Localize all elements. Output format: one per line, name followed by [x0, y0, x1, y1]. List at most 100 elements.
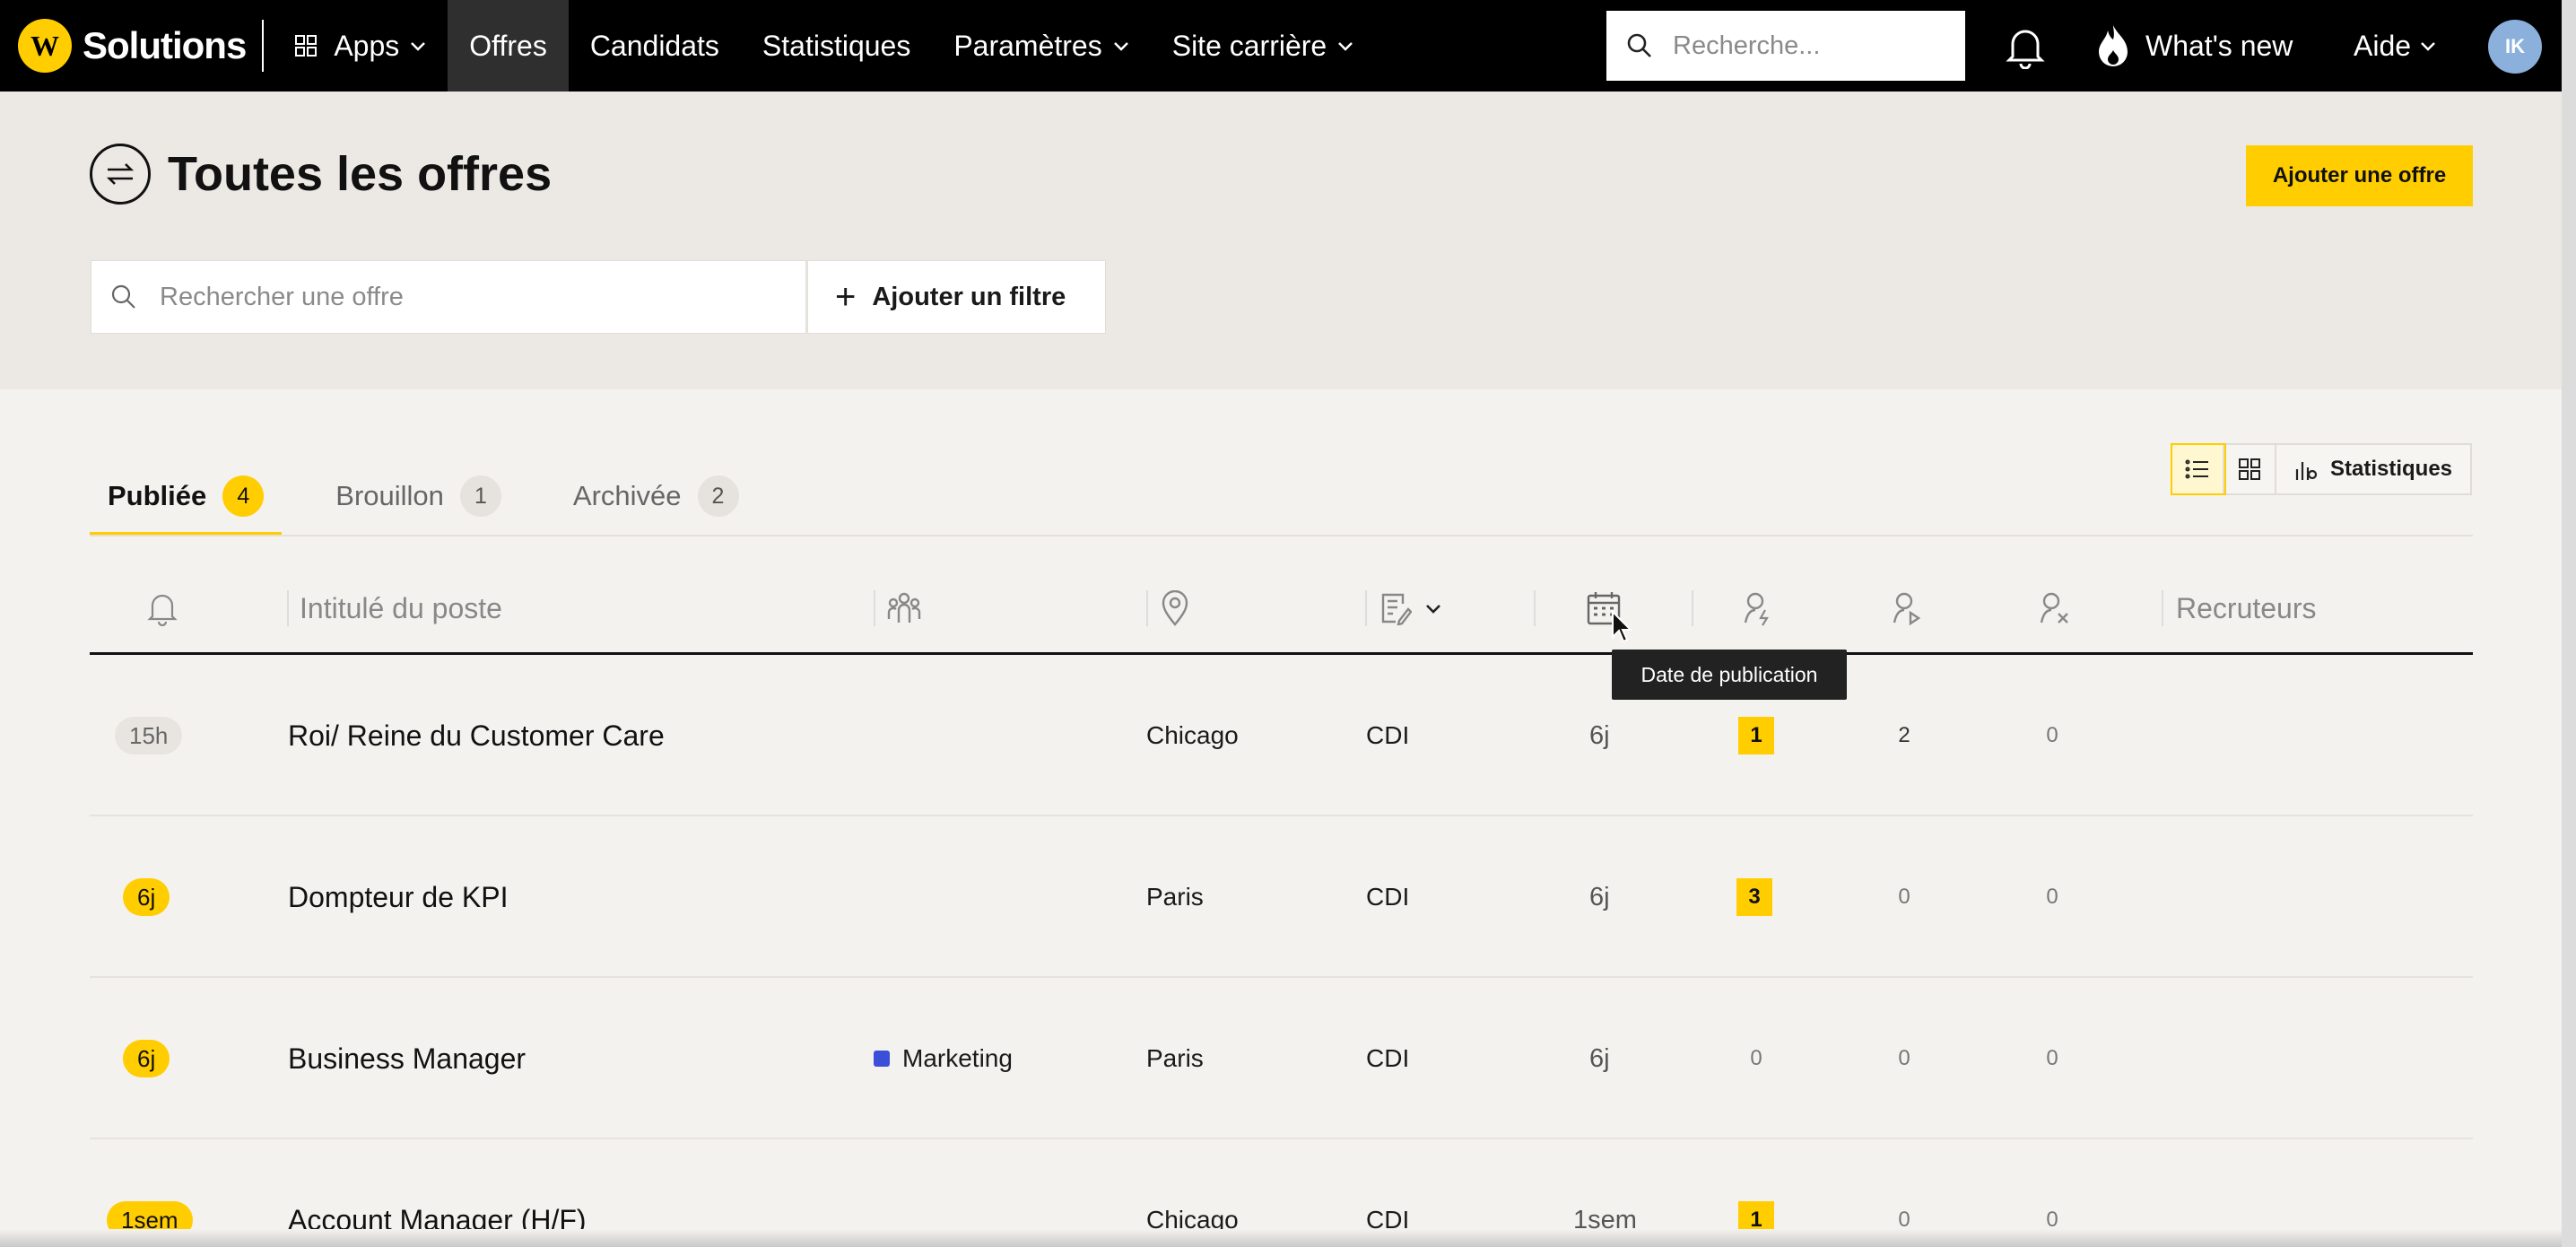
refused-count[interactable]: 0: [2034, 717, 2070, 754]
new-candidates-count[interactable]: 0: [1738, 1040, 1774, 1077]
in-progress-count[interactable]: 2: [1886, 717, 1922, 754]
window-scrollbar[interactable]: [2562, 0, 2576, 1247]
apps-grid-icon: [295, 35, 318, 57]
new-candidates-count[interactable]: 1: [1738, 717, 1774, 754]
tab-archivee[interactable]: Archivée 2: [555, 456, 757, 536]
logo-icon: W: [18, 19, 72, 73]
statistics-button[interactable]: Statistiques: [2276, 445, 2470, 493]
column-divider: [1692, 590, 1693, 626]
age-badge: 6j: [123, 878, 170, 916]
refused-column-header[interactable]: [2038, 572, 2070, 644]
table-row[interactable]: 6j Dompteur de KPI Paris CDI 6j 3 0 0: [90, 816, 2473, 978]
job-title-link[interactable]: Dompteur de KPI: [288, 881, 508, 914]
in-progress-column-header[interactable]: [1891, 572, 1921, 644]
avatar[interactable]: IK: [2488, 20, 2542, 74]
notifications-button[interactable]: [2000, 22, 2050, 72]
plus-icon: +: [835, 277, 857, 317]
tab-label: Brouillon: [335, 480, 444, 511]
in-progress-count[interactable]: 0: [1886, 878, 1922, 916]
table-row[interactable]: 15h Roi/ Reine du Customer Care Chicago …: [90, 655, 2473, 816]
nav-statistiques[interactable]: Statistiques: [741, 0, 932, 92]
nav-candidats-label: Candidats: [589, 29, 719, 62]
column-divider: [287, 590, 289, 626]
whats-new-label: What's new: [2145, 29, 2293, 62]
add-filter-button[interactable]: + Ajouter un filtre: [807, 260, 1106, 334]
page-title: Toutes les offres: [168, 147, 553, 201]
flame-icon: [2099, 25, 2128, 66]
contract-edit-icon: [1381, 593, 1412, 625]
search-icon: [1627, 33, 1651, 57]
status-tabs: Publiée 4 Brouillon 1 Archivée 2: [90, 456, 793, 536]
statistics-label: Statistiques: [2330, 457, 2453, 481]
chevron-down-icon: [1338, 42, 1353, 51]
new-candidates-column-header[interactable]: [1742, 572, 1772, 644]
add-offer-button[interactable]: Ajouter une offre: [2246, 145, 2473, 206]
offer-search-input[interactable]: [160, 282, 770, 312]
column-divider: [1146, 590, 1148, 626]
location-column-header[interactable]: [1161, 572, 1189, 644]
chevron-down-icon: [2421, 42, 2435, 51]
table-row[interactable]: 6j Business Manager Marketing Paris CDI …: [90, 978, 2473, 1139]
add-filter-label: Ajouter un filtre: [872, 282, 1066, 311]
tab-count-badge: 1: [459, 475, 501, 517]
help-menu[interactable]: Aide: [2354, 0, 2436, 92]
publication-date-cell: 6j: [1589, 720, 1610, 750]
nav-parametres[interactable]: Paramètres: [932, 0, 1150, 92]
team-icon: [887, 592, 921, 623]
whats-new-button[interactable]: What's new: [2095, 0, 2293, 92]
offer-search[interactable]: [91, 260, 806, 334]
in-progress-count[interactable]: 0: [1886, 1040, 1922, 1077]
chevron-down-icon: [1426, 605, 1440, 614]
global-search-input[interactable]: [1673, 31, 1960, 61]
alert-column-header[interactable]: [147, 572, 178, 644]
contract-cell: CDI: [1366, 721, 1410, 749]
bell-icon: [2006, 30, 2045, 69]
contract-cell: CDI: [1366, 1044, 1410, 1072]
brand-name: Solutions: [83, 24, 247, 66]
column-divider: [1365, 590, 1367, 626]
nav-parametres-label: Paramètres: [953, 29, 1102, 62]
global-search[interactable]: [1606, 11, 1965, 81]
nav-offres[interactable]: Offres: [448, 0, 569, 92]
table-header: Intitulé du poste Recruteurs: [90, 572, 2473, 655]
nav-site-carriere[interactable]: Site carrière: [1151, 0, 1376, 92]
department-color-dot: [874, 1051, 890, 1067]
stats-settings-icon: [2295, 462, 2318, 480]
user-remove-icon: [2040, 592, 2068, 624]
mouse-cursor-icon: [1612, 610, 1633, 643]
new-candidates-count[interactable]: 3: [1736, 878, 1772, 916]
user-play-icon: [1893, 592, 1921, 626]
job-title-link[interactable]: Roi/ Reine du Customer Care: [288, 719, 665, 753]
view-toggle: Statistiques: [2171, 443, 2473, 495]
department-label: Marketing: [902, 1044, 1013, 1072]
recruiters-column-header[interactable]: Recruteurs: [2176, 572, 2317, 644]
refused-count[interactable]: 0: [2034, 1040, 2070, 1077]
tab-label: Archivée: [572, 480, 682, 511]
list-icon: [2185, 459, 2208, 479]
column-divider: [874, 590, 875, 626]
tab-count-badge: 2: [697, 475, 739, 517]
nav-site-carriere-label: Site carrière: [1171, 29, 1327, 62]
location-cell: Paris: [1146, 883, 1204, 911]
tab-count-badge: 4: [222, 475, 265, 517]
nav-candidats[interactable]: Candidats: [569, 0, 741, 92]
column-divider: [2162, 590, 2163, 626]
tab-publiee[interactable]: Publiée 4: [90, 456, 283, 536]
brand-divider: [262, 20, 265, 72]
contract-cell: CDI: [1366, 883, 1410, 911]
age-badge: 15h: [115, 717, 183, 754]
brand[interactable]: W Solutions: [0, 0, 265, 92]
list-view-button[interactable]: [2171, 443, 2226, 495]
contract-column-header[interactable]: [1379, 572, 1442, 644]
tab-brouillon[interactable]: Brouillon 1: [318, 456, 519, 536]
nav-offres-label: Offres: [469, 29, 547, 62]
job-title-column-header[interactable]: Intitulé du poste: [300, 572, 502, 644]
department-column-header[interactable]: [886, 572, 922, 644]
nav-apps-label: Apps: [334, 29, 400, 62]
job-title-link[interactable]: Business Manager: [288, 1042, 526, 1076]
refused-count[interactable]: 0: [2034, 878, 2070, 916]
nav-apps[interactable]: Apps: [273, 0, 448, 92]
column-divider: [1534, 590, 1536, 626]
location-cell: Chicago: [1146, 721, 1239, 749]
grid-view-button[interactable]: [2224, 445, 2276, 493]
